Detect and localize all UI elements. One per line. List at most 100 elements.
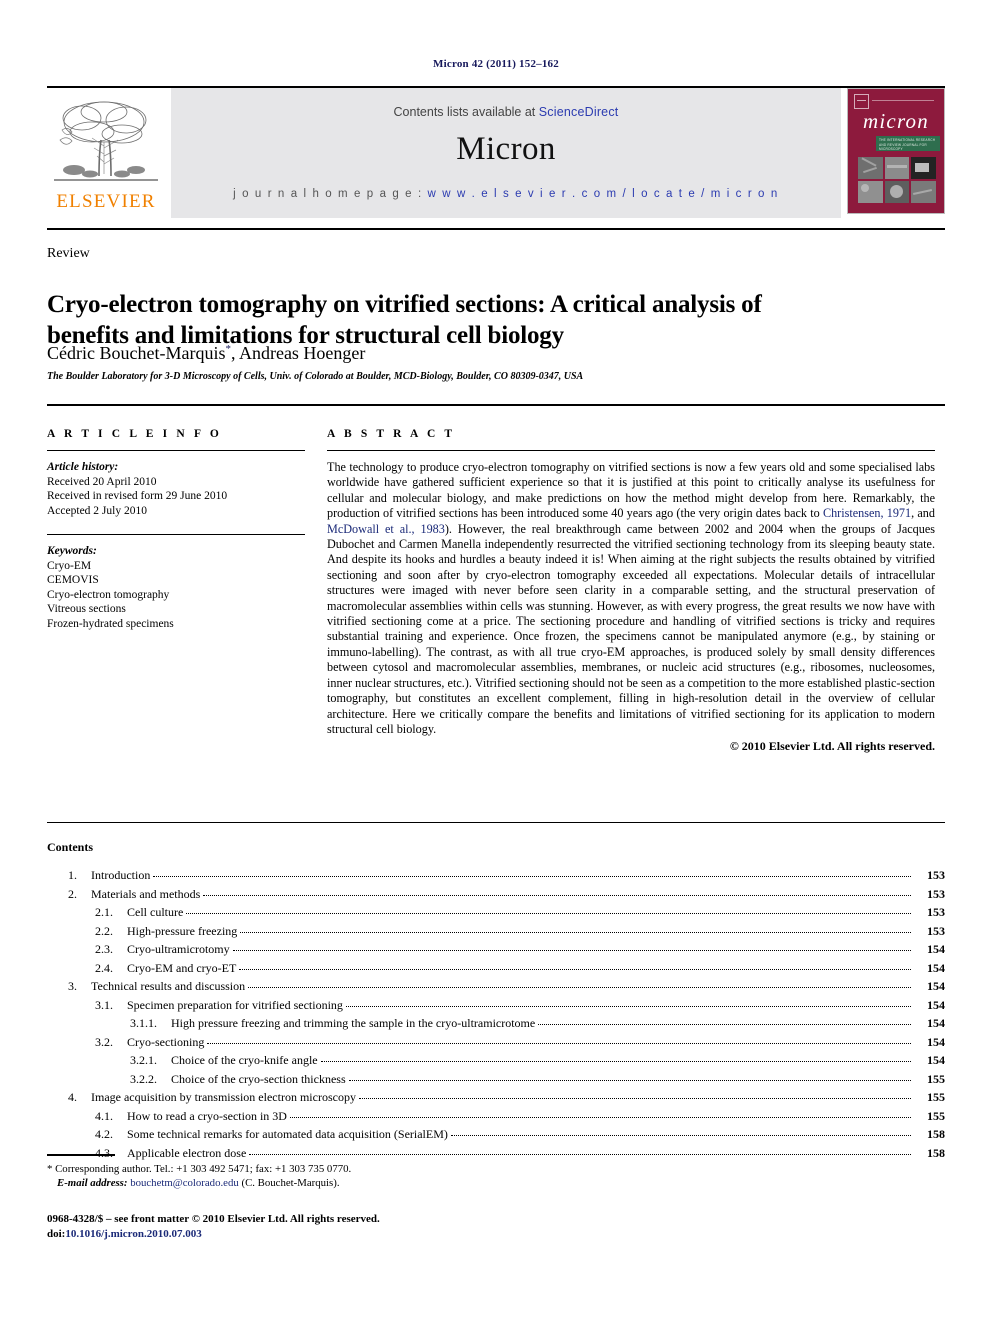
toc-entry-page: 158 bbox=[927, 1145, 945, 1160]
journal-homepage-line: j o u r n a l h o m e p a g e : w w w . … bbox=[233, 188, 779, 200]
toc-entry-page: 154 bbox=[927, 1034, 945, 1049]
email-link[interactable]: bouchetm@colorado.edu bbox=[130, 1177, 239, 1189]
toc-entry-label: How to read a cryo-section in 3D bbox=[127, 1108, 287, 1123]
toc-entry-page: 154 bbox=[927, 1016, 945, 1030]
abstract-text: The technology to produce cryo-electron … bbox=[327, 460, 935, 737]
elsevier-logo: ELSEVIER bbox=[47, 88, 165, 214]
toc-entry-page: 154 bbox=[927, 997, 945, 1012]
journal-title: Micron bbox=[456, 131, 556, 167]
toc-entry-number: 4. bbox=[68, 1090, 77, 1104]
email-note: E-mail address: bouchetm@colorado.edu (C… bbox=[47, 1176, 547, 1190]
toc-entry-number: 3.2. bbox=[95, 1034, 113, 1049]
article-history-item: Received in revised form 29 June 2010 bbox=[47, 490, 228, 502]
toc-entry-label: Cryo-ultramicrotomy bbox=[127, 942, 230, 956]
author-list: Cédric Bouchet-Marquis*, Andreas Hoenger bbox=[47, 343, 365, 364]
table-of-contents: 1. Introduction 153 2. Materials and methods… bbox=[47, 868, 945, 1164]
keywords-block: Keywords: Cryo-EM CEMOVIS Cryo-electron … bbox=[47, 544, 305, 631]
cover-micrograph bbox=[911, 181, 936, 203]
toc-leader-dots bbox=[153, 866, 911, 877]
toc-leader-dots bbox=[320, 1051, 911, 1062]
journal-homepage-link[interactable]: w w w . e l s e v i e r . c o m / l o c … bbox=[428, 188, 779, 200]
toc-entry-page: 153 bbox=[927, 886, 945, 901]
keyword-item: Cryo-EM bbox=[47, 559, 92, 572]
email-suffix: (C. Bouchet-Marquis). bbox=[238, 1177, 340, 1189]
cover-subtitle-text: THE INTERNATIONAL RESEARCH AND REVIEW JO… bbox=[879, 138, 936, 152]
abstract-heading: A B S T R A C T bbox=[327, 428, 456, 440]
toc-entry-number: 2.1. bbox=[95, 905, 113, 919]
toc-entry-label: Some technical remarks for automated dat… bbox=[127, 1127, 448, 1141]
footnote-block: * Corresponding author. Tel.: +1 303 492… bbox=[47, 1162, 547, 1190]
cover-emblem-icon bbox=[854, 94, 869, 109]
contents-heading: Contents bbox=[47, 840, 94, 854]
rule-after-authors bbox=[47, 404, 945, 406]
doi-link[interactable]: 10.1016/j.micron.2010.07.003 bbox=[65, 1228, 201, 1240]
toc-entry-label: High pressure freezing and trimming the … bbox=[171, 1016, 536, 1030]
cover-subtitle-band: THE INTERNATIONAL RESEARCH AND REVIEW JO… bbox=[876, 136, 940, 151]
header-rule-bottom bbox=[47, 228, 945, 230]
toc-leader-dots bbox=[249, 1144, 911, 1155]
toc-entry-label: Cell culture bbox=[127, 905, 184, 919]
toc-entry-page: 154 bbox=[927, 960, 945, 975]
article-history-title: Article history: bbox=[47, 461, 119, 473]
toc-entry-label: Specimen preparation for vitrified secti… bbox=[127, 997, 343, 1012]
toc-entry-number: 2.2. bbox=[95, 923, 113, 938]
journal-header: ELSEVIER Contents lists available at Sci… bbox=[47, 88, 945, 218]
article-history-item: Received 20 April 2010 bbox=[47, 475, 157, 488]
abstract-mid-1: , and bbox=[911, 506, 935, 521]
toc-entry-number: 1. bbox=[68, 868, 77, 882]
citation-link-christensen[interactable]: Christensen, 1971 bbox=[823, 506, 911, 520]
toc-entry-number: 3.1.1. bbox=[130, 1016, 157, 1030]
toc-entry-label: Cryo-sectioning bbox=[127, 1034, 205, 1049]
toc-leader-dots bbox=[203, 885, 911, 896]
toc-entry-number: 3.2.1. bbox=[130, 1053, 157, 1067]
cover-micrograph bbox=[884, 181, 910, 203]
keyword-item: Vitreous sections bbox=[47, 603, 126, 615]
toc-entry-page: 154 bbox=[927, 979, 945, 993]
toc-entry-page: 153 bbox=[927, 868, 945, 882]
toc-leader-dots bbox=[450, 1125, 911, 1136]
issn-line: 0968-4328/$ – see front matter © 2010 El… bbox=[47, 1213, 380, 1225]
abstract-part-2: ). However, the real breakthrough came b… bbox=[327, 521, 936, 736]
toc-entry-label: High-pressure freezing bbox=[127, 923, 238, 938]
journal-cover-thumbnail: micron THE INTERNATIONAL RESEARCH AND RE… bbox=[847, 88, 945, 214]
cover-micrograph bbox=[858, 181, 883, 203]
contents-available-text: Contents lists available at bbox=[393, 105, 539, 119]
page-title: Cryo-electron tomography on vitrified se… bbox=[47, 290, 762, 349]
keywords-title: Keywords: bbox=[47, 545, 97, 557]
cover-micrograph bbox=[911, 157, 936, 179]
toc-leader-dots bbox=[239, 959, 911, 970]
toc-entry-label: Image acquisition by transmission electr… bbox=[91, 1090, 356, 1104]
toc-entry-number: 2.4. bbox=[95, 960, 113, 975]
citation-link-mcdowall[interactable]: McDowall et al., 1983 bbox=[327, 522, 445, 536]
toc-entry-label: Cryo-EM and cryo-ET bbox=[127, 960, 237, 975]
cover-micrograph bbox=[884, 157, 910, 179]
toc-leader-dots bbox=[186, 903, 911, 914]
article-first-page: Micron 42 (2011) 152–162 ELSEVIER Conten… bbox=[0, 0, 992, 1323]
toc-entry-page: 153 bbox=[927, 905, 945, 919]
doi-line: doi:10.1016/j.micron.2010.07.003 bbox=[47, 1227, 547, 1242]
toc-entry-label: Choice of the cryo-knife angle bbox=[171, 1053, 318, 1067]
toc-leader-dots bbox=[348, 1070, 911, 1081]
email-label: E-mail address: bbox=[57, 1177, 128, 1189]
toc-entry-label: Technical results and discussion bbox=[91, 979, 246, 993]
imprint-block: 0968-4328/$ – see front matter © 2010 El… bbox=[47, 1212, 547, 1241]
toc-entry-page: 155 bbox=[927, 1071, 945, 1086]
sciencedirect-link[interactable]: ScienceDirect bbox=[539, 105, 619, 119]
toc-entry-number: 2.3. bbox=[95, 942, 113, 956]
toc-entry-page: 153 bbox=[927, 923, 945, 938]
article-info-rule bbox=[47, 450, 305, 451]
contents-available-line: Contents lists available at ScienceDirec… bbox=[394, 105, 619, 119]
toc-leader-dots bbox=[289, 1107, 911, 1118]
running-head: Micron 42 (2011) 152–162 bbox=[433, 58, 559, 70]
affiliation: The Boulder Laboratory for 3-D Microscop… bbox=[47, 371, 584, 382]
toc-leader-dots bbox=[358, 1088, 911, 1099]
toc-entry-page: 158 bbox=[927, 1127, 945, 1141]
article-history-block: Article history: Received 20 April 2010 … bbox=[47, 460, 305, 518]
toc-entry-page: 155 bbox=[927, 1090, 945, 1104]
cover-top-rule bbox=[872, 100, 934, 101]
cover-image-grid bbox=[858, 157, 936, 203]
footnote-rule bbox=[47, 1154, 115, 1156]
toc-leader-dots bbox=[207, 1033, 911, 1044]
rule-after-abstract bbox=[47, 822, 945, 823]
toc-entry-label: Introduction bbox=[91, 868, 151, 882]
